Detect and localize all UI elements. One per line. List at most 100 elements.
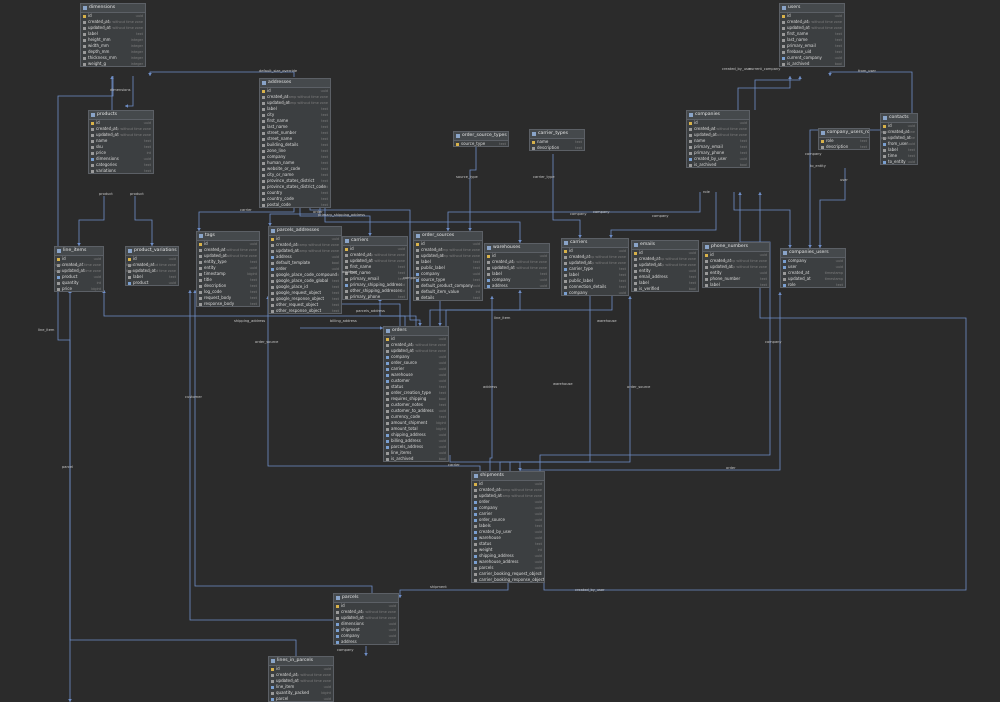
table-shipments[interactable]: shipments id uuid created_at timestamp witho… [471,471,545,583]
table-lines-in-parcels[interactable]: lines_in_parcels id uuid created_at timestam… [268,656,334,702]
table-header[interactable]: users [780,4,844,13]
table-header[interactable]: lines_in_parcels [269,657,333,666]
column-row[interactable]: response_body text [197,301,259,306]
table-warehouses[interactable]: warehouses id uuid created_at timestamp with… [484,243,550,289]
table-tags[interactable]: tags id uuid created_at timestamp without ti… [196,231,260,307]
table-header[interactable]: phone_numbers [703,243,769,252]
column-row[interactable]: is_archived bool [384,456,448,461]
column-row[interactable]: source_type text [454,141,508,146]
arrowhead [788,76,792,79]
column-row[interactable]: company uuid [562,290,628,295]
table-header[interactable]: company_users_roles [819,129,869,138]
table-products[interactable]: products id uuid created_at timestamp withou… [88,110,154,174]
table-companies-users[interactable]: companies_users company uuid user uuid create… [780,248,846,288]
column-row[interactable]: details text [414,295,482,300]
column-row[interactable]: address uuid [485,283,549,288]
foreign-key-icon [474,554,477,558]
table-header[interactable]: emails [632,241,698,250]
column-icon [262,101,265,105]
column-row[interactable]: product uuid [126,280,178,285]
table-company-users-roles[interactable]: company_users_rolesrole textdescription te… [818,128,870,150]
table-order-source-types[interactable]: order_source_types source_type text [453,131,509,147]
table-addresses[interactable]: addresses id uuid created_at timestamp witho… [259,78,331,208]
column-row[interactable]: label text [703,282,769,287]
table-header[interactable]: dimensions [81,4,145,13]
column-row[interactable]: price bigint [55,286,103,291]
column-row[interactable]: address uuid [334,639,398,644]
foreign-key-icon [689,157,692,161]
column-name: id [710,252,714,257]
relationship-label: source_type [456,175,478,179]
table-header[interactable]: product_variations [126,247,178,256]
column-row[interactable]: weight_g integer [81,61,145,66]
table-carriers[interactable]: carriers id uuid created_at timestamp withou… [342,236,408,300]
table-header[interactable]: companies_users [781,249,845,258]
column-row[interactable]: other_response_object text [269,308,341,313]
table-header[interactable]: contacts [881,114,917,123]
table-header[interactable]: products [89,111,153,120]
table-line-items[interactable]: line_items id uuid created_at timestamp with… [54,246,104,292]
table-users[interactable]: users id uuid created_at timestamp without t… [779,3,845,67]
column-row[interactable]: variations text [89,168,153,173]
table-header[interactable]: shipments [472,472,544,481]
relationship-line [737,76,791,110]
relationship-lines [57,71,967,702]
column-row[interactable]: carrier_booking_response_object text [472,577,544,582]
table-icon [345,239,349,243]
column-row[interactable]: description text [819,144,869,149]
arrowhead [364,653,368,656]
column-row[interactable]: primary_phone text [343,294,407,299]
column-icon [262,197,265,201]
column-icon [564,261,567,265]
table-header[interactable]: carrier_types [530,130,584,139]
column-name: current_company [787,55,822,60]
column-row[interactable]: is_archived bool [780,61,844,66]
relationship-label: to_entity [810,164,826,168]
column-row[interactable]: description text [530,145,584,150]
table-header[interactable]: tags [197,232,259,241]
table-carriers[interactable]: carriers id uuid created_at timestamp withou… [561,238,629,296]
table-dimensions[interactable]: dimensions id uuid created_at timestamp with… [80,3,146,67]
column-name: label [492,271,502,276]
primary-key-icon [199,242,202,246]
column-icon [199,296,202,300]
foreign-key-icon [345,283,348,287]
table-header[interactable]: carriers [343,237,407,246]
column-row[interactable]: role text [781,282,845,287]
column-row[interactable]: parcel uuid [269,696,333,701]
table-header[interactable]: parcels_addresses [269,227,341,236]
table-order-sources[interactable]: order_sources id uuid created_at timestamp w… [413,231,483,301]
table-header[interactable]: orders [384,327,448,336]
column-name: line_item [276,684,295,689]
column-row[interactable]: is_archived bool [687,162,749,167]
table-contacts[interactable]: contactsiduuidcreated_attimestamp withou… [880,113,918,165]
column-icon [199,272,202,276]
table-header[interactable]: parcels [334,594,398,603]
table-orders[interactable]: orders id uuid created_at timestamp without … [383,326,449,462]
table-header[interactable]: line_items [55,247,103,256]
table-emails[interactable]: emails id uuid created_at timestamp without … [631,240,699,292]
column-row[interactable]: postal_code text [260,202,330,207]
table-header[interactable]: addresses [260,79,330,88]
table-header[interactable]: warehouses [485,244,549,253]
table-phone-numbers[interactable]: phone_numbers id uuid created_at timestamp w… [702,242,770,288]
table-product-variations[interactable]: product_variations id uuid created_at timest… [125,246,179,286]
column-name: default_product_company [421,283,473,288]
table-companies[interactable]: companies id uuid created_at timestamp witho… [686,110,750,168]
table-header[interactable]: order_sources [414,232,482,241]
column-type: uuid [539,284,547,288]
foreign-key-icon [487,278,490,282]
column-type: uuid [323,697,331,701]
column-icon [782,44,785,48]
column-name: name [537,139,549,144]
column-row[interactable]: to_entity uuid [881,159,917,164]
table-header[interactable]: order_source_types [454,132,508,141]
table-header[interactable]: carriers [562,239,628,248]
table-parcels[interactable]: parcels id uuid created_at timestamp without… [333,593,399,645]
column-type: text [250,302,257,306]
table-header[interactable]: companies [687,111,749,120]
column-row[interactable]: is_verified bool [632,286,698,291]
table-carrier-types[interactable]: carrier_types name text description text [529,129,585,151]
column-name: company [492,277,511,282]
table-parcels-addresses[interactable]: parcels_addresses id uuid created_at timesta… [268,226,342,314]
